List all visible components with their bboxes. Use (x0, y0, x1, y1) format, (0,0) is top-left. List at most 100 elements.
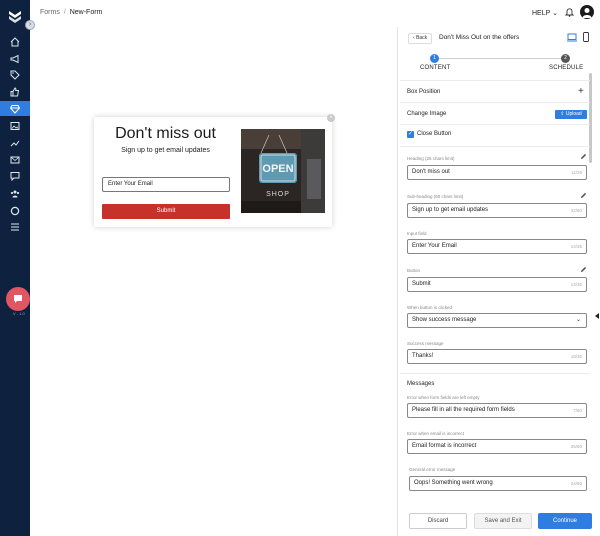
error-general-input[interactable]: Oops! Something went wrong 24/60 (409, 476, 587, 491)
close-button-checkbox[interactable]: ✓ (407, 131, 414, 138)
input-field-input[interactable]: Enter Your Email 14/35 (407, 239, 587, 254)
save-and-exit-button[interactable]: Save and Exit (474, 513, 532, 529)
megaphone-icon (10, 54, 19, 63)
left-sidebar: V - 1.0 (0, 0, 30, 536)
sidebar-item-gallery[interactable] (0, 118, 30, 133)
when-clicked-label: When button is clicked (407, 305, 453, 310)
when-clicked-value: Show success message (412, 317, 477, 323)
popup-email-input[interactable]: Enter Your Email (102, 177, 230, 192)
input-field-char-count: 14/35 (571, 240, 582, 253)
messages-section-title: Messages (407, 381, 435, 387)
sidebar-item-home[interactable] (0, 34, 30, 49)
sidebar-item-email[interactable] (0, 152, 30, 167)
subheading-value: Sign up to get email updates (412, 207, 489, 213)
divider (400, 102, 590, 103)
button-text-input[interactable]: Submit 14/35 (407, 277, 587, 292)
step-content-label: CONTENT (420, 65, 451, 71)
sidebar-item-forms[interactable] (0, 101, 30, 116)
breadcrumb-separator: / (63, 9, 66, 16)
diamond-icon (10, 104, 20, 114)
error-general-char-count: 24/60 (571, 477, 582, 490)
input-field-label: Input field (407, 231, 427, 236)
button-count-max: /35 (575, 282, 582, 287)
back-button[interactable]: ‹ Back (408, 33, 433, 44)
upload-label: Upload (565, 111, 582, 117)
panel-scrollbar[interactable] (589, 73, 592, 163)
circle-icon (10, 206, 20, 215)
subheading-count-max: /60 (575, 208, 582, 213)
chevron-left-icon: ‹ (413, 35, 415, 41)
help-label: HELP (532, 10, 551, 17)
home-icon (10, 36, 20, 46)
error-email-char-count: 25/60 (571, 440, 582, 453)
expand-box-position-button[interactable]: + (578, 86, 584, 97)
sidebar-collapse-toggle[interactable]: › (25, 20, 35, 30)
chat-icon (14, 295, 22, 303)
discard-button[interactable]: Discard (409, 513, 467, 529)
pencil-icon[interactable] (580, 266, 587, 273)
error-empty-label: Error when form fields are left empty (407, 395, 480, 400)
mail-icon (10, 156, 20, 163)
sidebar-item-analytics[interactable] (0, 135, 30, 150)
error-general-value: Oops! Something went wrong (414, 480, 493, 486)
sidebar-item-integrations[interactable] (0, 203, 30, 218)
step-schedule-label: SCHEDULE (549, 65, 584, 71)
sidebar-item-lists[interactable] (0, 219, 30, 234)
error-empty-input[interactable]: Please fill in all the required form fie… (407, 403, 587, 418)
list-icon (11, 223, 19, 230)
thumbs-up-icon (10, 86, 20, 96)
close-button-label: Close Button (417, 131, 452, 137)
pencil-icon[interactable] (580, 192, 587, 199)
brand-logo-icon (9, 11, 21, 23)
chat-bubble-icon (10, 171, 20, 181)
heading-field-label: Heading (25 chars limit) (407, 156, 455, 161)
step-1-indicator[interactable]: 1 (430, 54, 439, 63)
sidebar-item-messages[interactable] (0, 168, 30, 183)
error-email-count-max: /60 (575, 444, 582, 449)
mobile-preview-icon[interactable] (583, 32, 589, 42)
user-icon (582, 8, 592, 18)
success-message-input[interactable]: Thanks! 18/35 (407, 349, 587, 364)
support-chat-button[interactable] (6, 287, 30, 311)
breadcrumb-forms-link[interactable]: Forms (40, 9, 60, 16)
pencil-icon[interactable] (580, 153, 587, 160)
desktop-preview-icon[interactable] (567, 33, 577, 42)
heading-count-max: /25 (575, 170, 582, 175)
error-email-label: Error when email is incorrect (407, 431, 465, 436)
sidebar-item-campaigns[interactable] (0, 51, 30, 66)
heading-char-count: 11/25 (571, 166, 582, 179)
chevron-down-icon: ⌄ (575, 317, 581, 323)
step-2-indicator[interactable]: 2 (561, 54, 570, 63)
continue-button[interactable]: Continue (538, 513, 592, 529)
heading-input[interactable]: Don't miss out 11/25 (407, 165, 587, 180)
success-char-count: 18/35 (571, 350, 582, 363)
caret-left-icon (595, 313, 599, 319)
subheading-input[interactable]: Sign up to get email updates 32/60 (407, 203, 587, 218)
popup-close-button[interactable]: × (327, 114, 335, 122)
app-version: V - 1.0 (13, 311, 25, 316)
heading-value: Don't miss out (412, 169, 450, 175)
sidebar-item-tags[interactable] (0, 67, 30, 82)
upload-icon: ⇪ (560, 111, 565, 117)
checkmark-icon: ✓ (407, 131, 414, 137)
bell-icon[interactable] (565, 7, 574, 17)
popup-submit-button[interactable]: Submit (102, 204, 230, 219)
tag-icon (10, 70, 20, 80)
user-avatar[interactable] (580, 5, 594, 19)
divider (400, 373, 590, 374)
sidebar-item-contacts[interactable] (0, 186, 30, 201)
error-general-count-max: /60 (575, 481, 582, 486)
image-shop-text: SHOP (266, 191, 290, 198)
step-connector (435, 58, 565, 59)
sidebar-item-reviews[interactable] (0, 84, 30, 99)
when-clicked-select[interactable]: Show success message ⌄ (407, 313, 587, 328)
close-icon: × (329, 115, 333, 121)
divider (400, 80, 590, 81)
error-general-label: General error message (409, 467, 456, 472)
subheading-char-count: 32/60 (571, 204, 582, 217)
panel-title: Don't Miss Out on the offers (439, 34, 520, 41)
error-email-input[interactable]: Email format is incorrect 25/60 (407, 439, 587, 454)
change-image-label: Change Image (407, 111, 447, 117)
upload-button[interactable]: ⇪ Upload (555, 110, 587, 119)
help-menu[interactable]: HELP ⌄ (532, 9, 558, 17)
